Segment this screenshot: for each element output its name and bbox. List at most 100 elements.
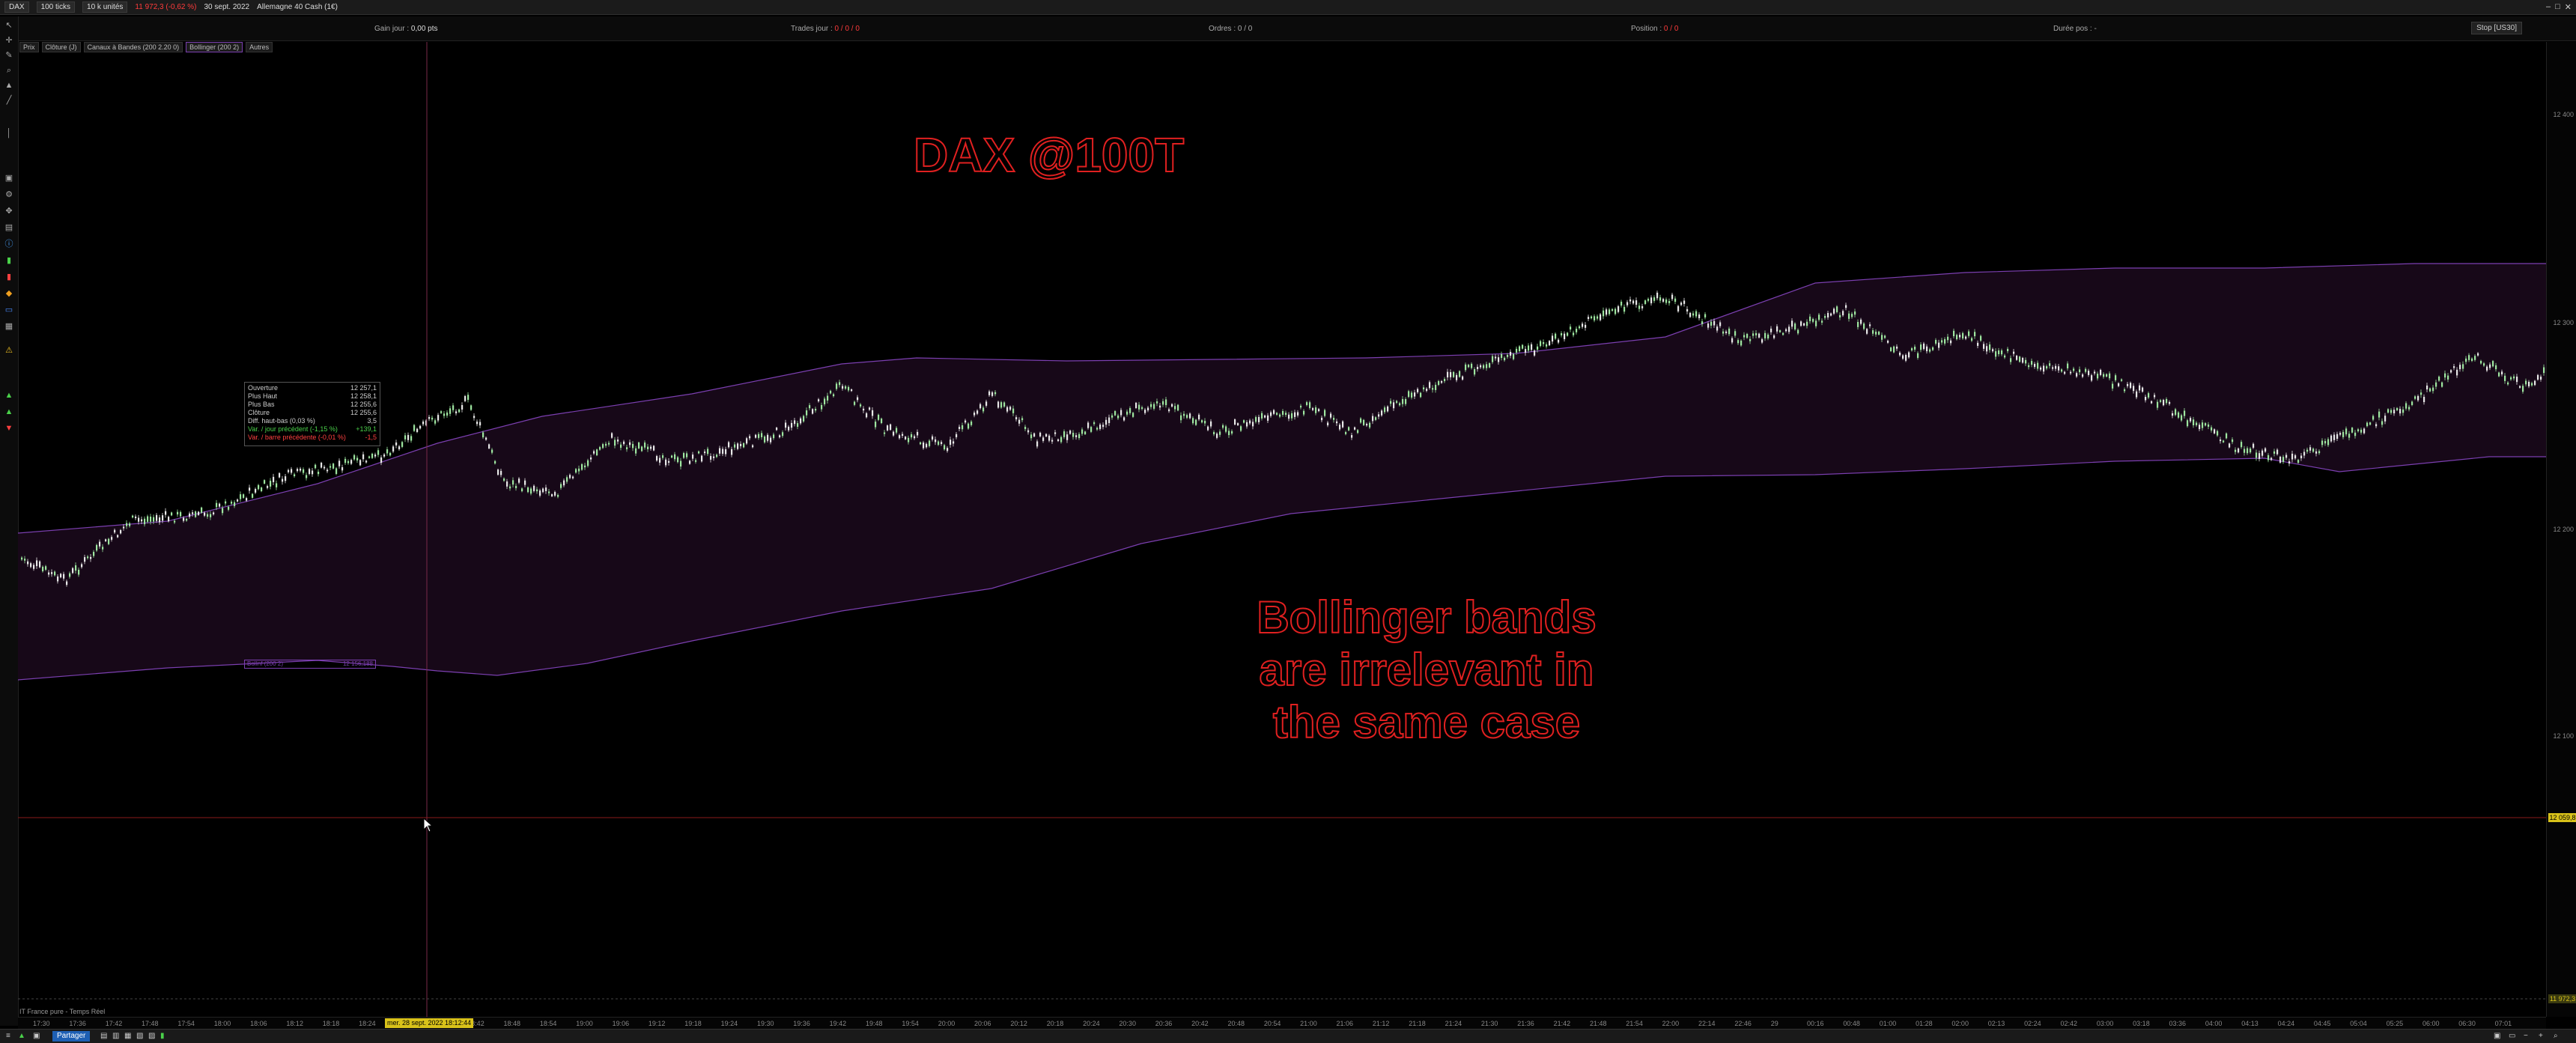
grid-icon[interactable]: ▦	[4, 322, 14, 331]
candle-body	[150, 517, 152, 522]
units-selector[interactable]: 10 k unités	[82, 1, 128, 13]
zoom-in-icon[interactable]: +	[2539, 1032, 2543, 1040]
triangle-tool-icon[interactable]: ▲	[4, 81, 14, 90]
last-price-badge: 11 972,3	[2548, 994, 2576, 1003]
sell-icon[interactable]: ▮	[4, 273, 14, 282]
info-high: Plus Haut 12 258,1	[248, 392, 377, 401]
zoom-tool-icon[interactable]: ⌕	[4, 66, 14, 75]
candle-body	[1812, 318, 1814, 322]
candle-body	[509, 486, 511, 489]
candle-body	[1168, 409, 1170, 412]
vertical-line-tool-icon[interactable]: │	[4, 129, 14, 138]
candle-body	[1459, 371, 1461, 377]
share-button[interactable]: Partager	[52, 1031, 91, 1042]
candle-body	[1465, 364, 1467, 371]
search-icon[interactable]: ⌕	[2554, 1032, 2558, 1040]
menu-icon[interactable]: ≡	[6, 1032, 10, 1040]
stop-button[interactable]: Stop [US30]	[2471, 22, 2522, 34]
candle-body	[1917, 353, 1919, 358]
line-tool-icon[interactable]: ╱	[4, 96, 14, 105]
candle-body	[252, 493, 254, 498]
info-icon[interactable]: ⓘ	[4, 240, 14, 249]
order-window-icon[interactable]: ▥	[112, 1032, 119, 1040]
candle-body	[1036, 441, 1039, 447]
settings-icon[interactable]: ⚙	[4, 190, 14, 199]
buy-icon[interactable]: ▮	[4, 256, 14, 265]
monitor-icon[interactable]: ▭	[2509, 1032, 2515, 1040]
orders-value: 0 / 0	[1237, 25, 1253, 33]
candle-body	[1611, 308, 1614, 311]
close-icon[interactable]: ✕	[2565, 2, 2572, 12]
platform-icon[interactable]: ▲	[18, 1032, 25, 1040]
portfolio-icon[interactable]: ▧	[136, 1032, 143, 1040]
chart-window-icon[interactable]: ▤	[100, 1032, 107, 1040]
candle-body	[1330, 413, 1332, 418]
candle-body	[2543, 367, 2545, 374]
candle-body	[2142, 387, 2144, 392]
maximize-icon[interactable]: □	[2555, 2, 2560, 12]
price-chart[interactable]	[18, 42, 2546, 1017]
list-window-icon[interactable]: ▦	[124, 1032, 131, 1040]
candle-body	[1195, 419, 1197, 425]
bars-icon[interactable]: ▮	[160, 1032, 165, 1040]
window-icon[interactable]: ▣	[33, 1032, 40, 1040]
crosshair-tool-icon[interactable]: ✛	[4, 36, 14, 45]
candle-body	[45, 566, 47, 570]
candle-body	[1246, 422, 1248, 427]
time-tick: 21:42	[1553, 1020, 1571, 1027]
layers-icon[interactable]: ▤	[4, 223, 14, 232]
pencil-tool-icon[interactable]: ✎	[4, 51, 14, 60]
candle-body	[195, 511, 197, 517]
candle-body	[2390, 410, 2393, 413]
price-axis[interactable]: 12 400 12 300 12 200 12 100 12 059,8 11 …	[2546, 42, 2576, 1017]
candle-body	[917, 431, 919, 436]
time-tick: 21:24	[1445, 1020, 1462, 1027]
candle-body	[1519, 346, 1521, 352]
candle-body	[1755, 332, 1758, 335]
candle-body	[1498, 357, 1500, 362]
layout-icon[interactable]: ▣	[2494, 1032, 2500, 1040]
candle-body	[1186, 415, 1188, 418]
candle-body	[1408, 391, 1410, 398]
candle-body	[791, 422, 793, 428]
alerts-icon[interactable]: ▨	[148, 1032, 155, 1040]
candle-body	[656, 456, 658, 461]
channel-icon[interactable]: ▭	[4, 305, 14, 314]
candle-body	[2486, 366, 2488, 371]
candle-body	[1603, 310, 1605, 317]
candle-body	[2372, 416, 2375, 420]
time-axis[interactable]: 07:01 06:30 06:00 05:25 05:04 04:45 04:24 04:13…	[18, 1017, 2546, 1030]
candle-body	[1141, 407, 1143, 410]
cursor-tool-icon[interactable]: ↖	[4, 21, 14, 30]
screener-icon[interactable]: ▲	[4, 391, 14, 400]
time-tick: 20:30	[1119, 1020, 1136, 1027]
instrument-selector[interactable]: DAX	[4, 1, 29, 13]
candle-body	[2513, 376, 2515, 379]
candle-body	[1776, 326, 1778, 332]
candle-body	[560, 484, 562, 488]
info-range-label: Diff. haut-bas (0,03 %)	[248, 417, 315, 425]
trade-icon[interactable]: ▼	[4, 424, 14, 433]
zoom-out-icon[interactable]: −	[2524, 1032, 2528, 1040]
save-icon[interactable]: ▣	[4, 174, 14, 183]
candle-body	[168, 517, 170, 522]
candle-body	[1090, 427, 1093, 432]
candle-body	[794, 420, 796, 425]
timeframe-selector[interactable]: 100 ticks	[36, 1, 76, 13]
candle-body	[2414, 396, 2416, 399]
candle-body	[1836, 306, 1838, 312]
candle-body	[2351, 428, 2354, 433]
indicator-icon[interactable]: ◆	[4, 289, 14, 298]
backtest-icon[interactable]: ▲	[4, 407, 14, 416]
candle-body	[90, 556, 92, 559]
move-icon[interactable]: ✥	[4, 207, 14, 216]
minimize-icon[interactable]: –	[2546, 2, 2551, 12]
candle-body	[156, 514, 158, 521]
time-tick: 01:00	[1879, 1020, 1897, 1027]
candle-body	[1297, 412, 1299, 416]
candle-body	[2085, 368, 2087, 372]
alert-icon[interactable]: ⚠	[4, 346, 14, 355]
market-name[interactable]: Allemagne 40 Cash (1€)	[257, 3, 338, 11]
candle-body	[315, 464, 317, 469]
candle-body	[1830, 313, 1832, 316]
